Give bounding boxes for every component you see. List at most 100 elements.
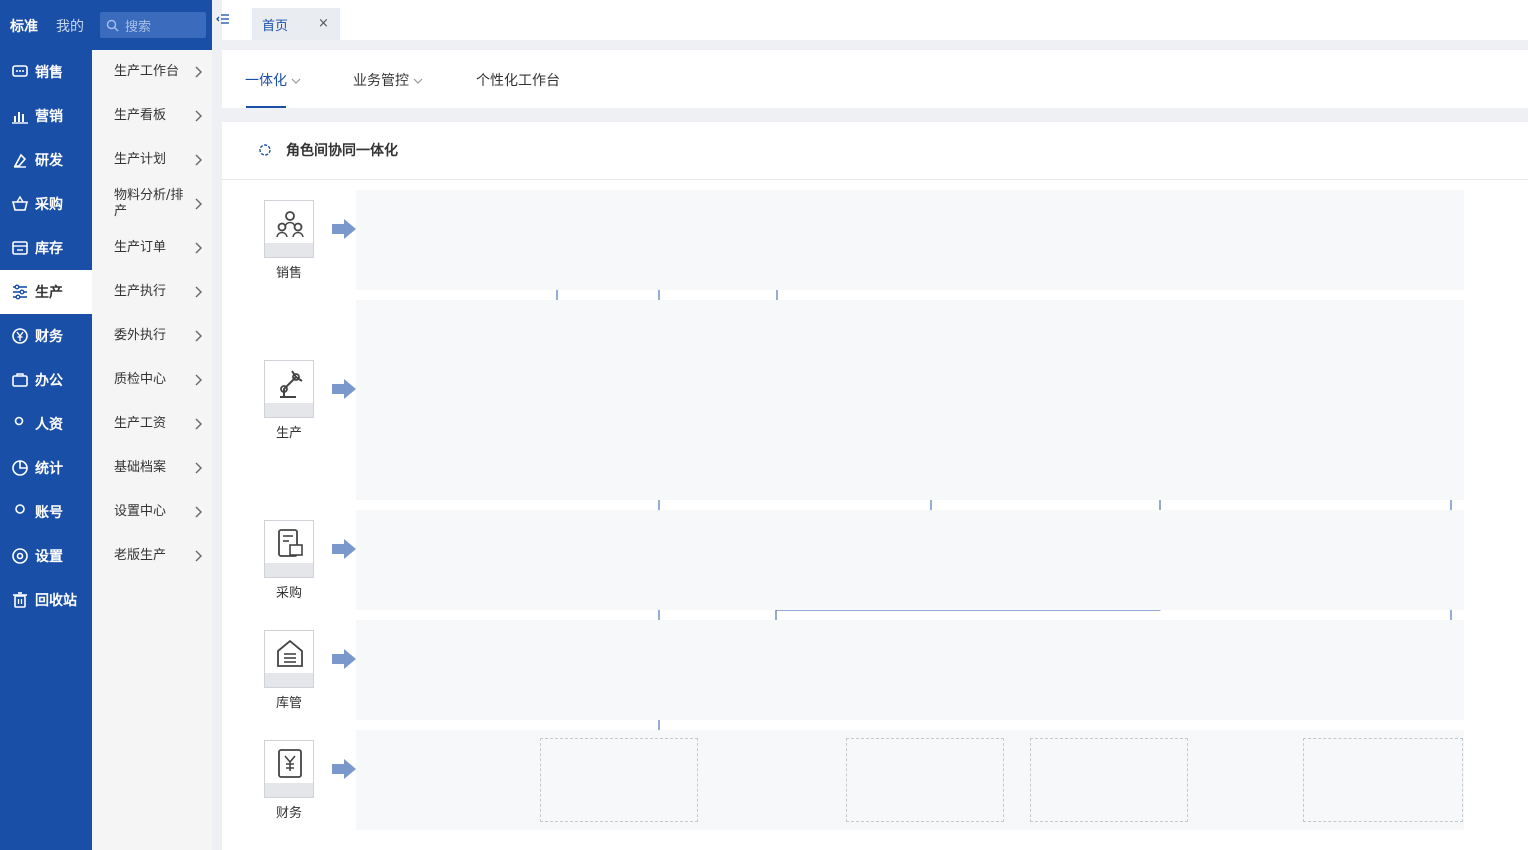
nav-item-label: 回收站 [35,593,77,609]
view-tabs: 一体化 业务管控 个性化工作台 [222,50,1528,109]
gear-icon [11,547,29,565]
yen-icon [11,327,29,345]
tab-mine[interactable]: 我的 [56,16,84,36]
briefcase-icon [11,371,29,389]
chevron-right-icon [194,462,202,478]
role-sales-icon[interactable] [264,200,314,258]
bar-chart-icon [11,107,29,125]
nav-item-label: 设置 [35,549,63,565]
submenu-item-label: 质检中心 [114,372,167,387]
submenu-item-label: 生产计划 [114,152,167,167]
primary-nav: 标准 我的 销售营销研发采购库存生产财务 办公人资统计账号设置回收站 [0,0,92,850]
role-sales-label: 销售 [275,266,302,281]
nav-item-label: 人资 [35,417,63,433]
chevron-right-icon [194,506,202,522]
nav-item-9[interactable]: 统计 [0,446,92,490]
tab-personal-workbench[interactable]: 个性化工作台 [476,70,560,90]
submenu-item-10[interactable]: 设置中心 [92,490,212,534]
section-icon [259,144,271,156]
submenu-item-label: 生产工资 [114,416,167,431]
tab-business-control[interactable]: 业务管控 [353,70,423,90]
nav-item-label: 研发 [35,153,63,169]
gutter [212,0,222,850]
submenu-item-5[interactable]: 生产执行 [92,270,212,314]
chevron-down-icon [414,78,423,84]
lane-sales [356,190,1464,290]
sub-menu: 生产工作台生产看板生产计划物料分析/排产生产订单生产执行委外执行质检中心生产工资… [92,50,212,850]
section-divider [222,179,1528,180]
collapse-menu-icon[interactable] [216,12,230,26]
finance-group-1 [846,738,1004,822]
nav-item-8[interactable]: 人资 [0,402,92,446]
nav-item-10[interactable]: 账号 [0,490,92,534]
submenu-item-label: 设置中心 [114,504,167,519]
chevron-right-icon [194,198,202,214]
production-icon [11,283,29,301]
finance-group-2 [1030,738,1188,822]
submenu-item-label: 老版生产 [114,548,167,563]
arrow-right-icon [332,219,356,239]
submenu-item-9[interactable]: 基础档案 [92,446,212,490]
chevron-right-icon [194,66,202,82]
pie-icon [11,459,29,477]
nav-item-label: 销售 [35,65,63,81]
nav-item-4[interactable]: 库存 [0,226,92,270]
submenu-item-11[interactable]: 老版生产 [92,534,212,578]
nav-item-7[interactable]: 办公 [0,358,92,402]
chevron-right-icon [194,110,202,126]
submenu-item-3[interactable]: 物料分析/排产 [92,182,212,226]
chevron-right-icon [194,374,202,390]
top-bar [222,0,1528,40]
chevron-right-icon [194,286,202,302]
section-title: 角色间协同一体化 [286,143,398,159]
chevron-right-icon [194,550,202,566]
nav-tabs: 标准 我的 [0,0,92,50]
nav-item-label: 生产 [35,285,63,301]
nav-item-12[interactable]: 回收站 [0,578,92,622]
role-production-label: 生产 [275,426,302,441]
chevron-right-icon [194,242,202,258]
nav-item-5[interactable]: 生产 [0,270,92,314]
submenu-item-6[interactable]: 委外执行 [92,314,212,358]
basket-icon [11,195,29,213]
submenu-item-2[interactable]: 生产计划 [92,138,212,182]
submenu-item-label: 生产执行 [114,284,167,299]
role-purchase-icon[interactable] [264,520,314,578]
nav-item-6[interactable]: 财务 [0,314,92,358]
nav-item-1[interactable]: 营销 [0,94,92,138]
search-placeholder: 搜索 [125,19,152,35]
submenu-item-1[interactable]: 生产看板 [92,94,212,138]
nav-item-0[interactable]: 销售 [0,50,92,94]
nav-item-label: 采购 [35,197,63,213]
arrow-right-icon [332,539,356,559]
lane-purchase [356,510,1464,610]
role-purchase-label: 采购 [275,586,302,601]
chat-icon [11,63,29,81]
nav-item-2[interactable]: 研发 [0,138,92,182]
submenu-item-label: 生产订单 [114,240,167,255]
nav-item-3[interactable]: 采购 [0,182,92,226]
submenu-item-0[interactable]: 生产工作台 [92,50,212,94]
search-area: 搜索 [92,0,212,50]
role-finance-icon[interactable] [264,740,314,798]
close-icon[interactable]: × [318,16,329,31]
submenu-item-4[interactable]: 生产订单 [92,226,212,270]
tab-home-label: 首页 [262,18,289,34]
submenu-item-label: 生产工作台 [114,64,180,79]
role-warehouse-icon[interactable] [264,630,314,688]
chevron-down-icon [292,78,301,84]
role-production-icon[interactable] [264,360,314,418]
tab-standard[interactable]: 标准 [10,16,38,36]
tab-home[interactable]: 首页 × [252,8,340,40]
nav-item-label: 账号 [35,505,63,521]
tab-integration[interactable]: 一体化 [245,70,301,90]
nav-item-label: 营销 [35,109,63,125]
search-input[interactable]: 搜索 [100,12,206,38]
lane-warehouse [356,620,1464,720]
arrow-right-icon [332,379,356,399]
submenu-item-8[interactable]: 生产工资 [92,402,212,446]
chevron-right-icon [194,154,202,170]
chevron-right-icon [194,330,202,346]
nav-item-11[interactable]: 设置 [0,534,92,578]
submenu-item-7[interactable]: 质检中心 [92,358,212,402]
